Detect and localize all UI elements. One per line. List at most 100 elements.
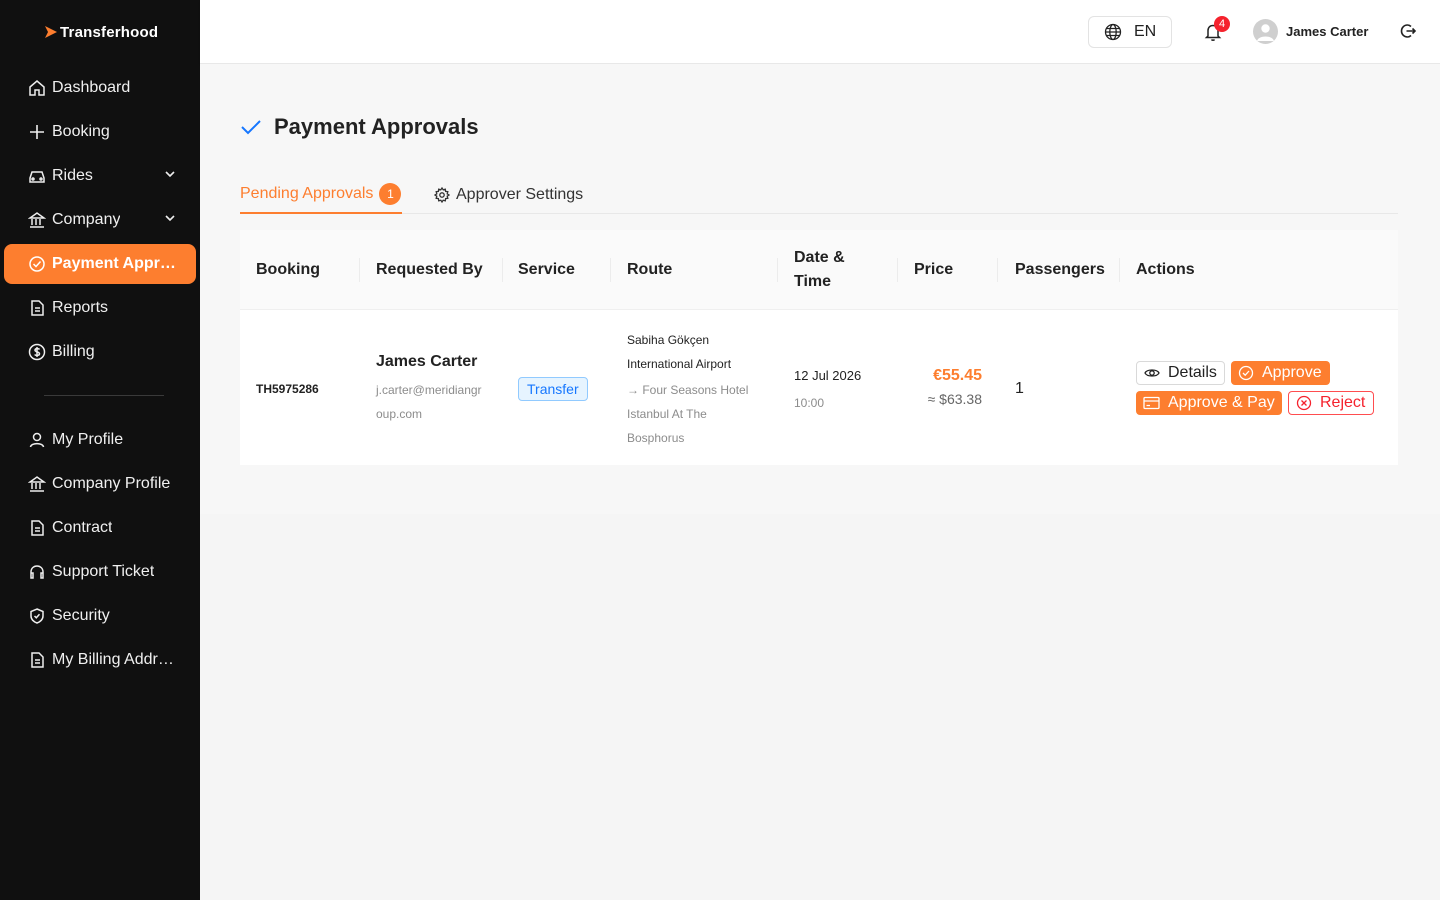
column-separator (1119, 258, 1120, 282)
sidebar-item-label: Billing (52, 343, 95, 360)
sidebar-item-label: My Profile (52, 431, 124, 448)
column-separator (897, 258, 898, 282)
tab-pending-approvals[interactable]: Pending Approvals 1 (240, 176, 402, 214)
chevron-down-icon (165, 215, 175, 222)
service-tag: Transfer (518, 377, 588, 401)
check-icon (241, 120, 261, 135)
sidebar-item-reports[interactable]: Reports (4, 288, 196, 328)
sidebar-item-payment-approvals[interactable]: Payment Approvals (4, 244, 196, 284)
approve-label: Approve (1262, 364, 1322, 381)
file-icon (28, 519, 46, 537)
file-icon (28, 299, 46, 317)
sidebar-item-label: Security (52, 607, 110, 624)
sidebar-item-label: My Billing Address (52, 651, 178, 668)
sidebar-item-company[interactable]: Company (4, 200, 196, 240)
check-circle-icon (1238, 365, 1254, 381)
sidebar-item-label: Payment Approvals (52, 255, 178, 272)
pending-count-badge: 1 (379, 183, 402, 205)
plus-icon (28, 123, 46, 141)
tab-label: Approver Settings (456, 186, 584, 203)
sidebar-item-label: Support Ticket (52, 563, 155, 580)
column-header-date-time: Date & Time (794, 249, 845, 290)
globe-icon (1104, 23, 1122, 41)
column-header-requested-by: Requested By (376, 261, 483, 278)
sidebar-item-my-billing-address[interactable]: My Billing Address (4, 640, 196, 680)
sidebar-item-label: Dashboard (52, 79, 131, 96)
sidebar-item-label: Booking (52, 123, 110, 140)
headset-icon (28, 563, 46, 581)
user-avatar-icon (1257, 24, 1274, 41)
file-icon (28, 651, 46, 669)
car-icon (28, 167, 46, 185)
user-icon (28, 431, 46, 449)
dollar-icon (28, 343, 46, 361)
gear-icon (434, 187, 450, 203)
sidebar-item-label: Company (52, 211, 121, 228)
bank-icon (28, 475, 46, 493)
reject-button[interactable]: Reject (1288, 391, 1374, 415)
reject-label: Reject (1320, 394, 1366, 411)
user-name[interactable]: James Carter (1286, 24, 1368, 39)
tabs-bar: Pending Approvals 1 Approver Settings (240, 176, 1398, 214)
credit-card-icon (1143, 396, 1160, 410)
approve-and-pay-label: Approve & Pay (1168, 394, 1275, 411)
booking-time: 10:00 (794, 396, 825, 410)
logout-icon[interactable] (1399, 22, 1417, 40)
shield-icon (28, 607, 46, 625)
booking-id[interactable]: TH5975286 (256, 382, 319, 396)
column-header-route: Route (627, 261, 673, 278)
table-header: Booking Requested By Service Route Date … (240, 230, 1398, 310)
sidebar-item-support-ticket[interactable]: Support Ticket (4, 552, 196, 592)
sidebar-item-label: Contract (52, 519, 113, 536)
language-code: EN (1134, 23, 1157, 40)
column-header-booking: Booking (256, 261, 320, 278)
approvals-table: Booking Requested By Service Route Date … (240, 230, 1398, 465)
column-header-service: Service (518, 261, 575, 278)
sidebar-item-label: Rides (52, 167, 93, 184)
column-header-actions: Actions (1136, 261, 1195, 278)
check-circle-icon (28, 255, 46, 273)
route-destination: → Four Seasons Hotel Istanbul At The Bos… (627, 383, 749, 445)
logo-arrow-icon (45, 26, 57, 38)
page-title: Payment Approvals (274, 114, 479, 139)
chevron-down-icon (165, 171, 175, 178)
price-eur: €55.45 (933, 367, 982, 384)
route-origin: Sabiha Gökçen International Airport (627, 333, 732, 371)
column-separator (777, 258, 778, 282)
sidebar-item-booking[interactable]: Booking (4, 112, 196, 152)
brand-logo[interactable]: Transferhood (44, 22, 158, 42)
details-label: Details (1168, 364, 1217, 381)
bank-icon (28, 211, 46, 229)
brand-name: Transferhood (60, 23, 159, 41)
column-separator (610, 258, 611, 282)
requester-email: j.carter@meridiangroup.com (376, 383, 482, 421)
sidebar-item-label: Reports (52, 299, 109, 316)
sidebar-item-billing[interactable]: Billing (4, 332, 196, 372)
booking-date: 12 Jul 2026 (794, 368, 862, 383)
notification-badge: 4 (1214, 16, 1230, 32)
page-header: Payment Approvals (240, 114, 479, 140)
approve-button[interactable]: Approve (1231, 361, 1330, 385)
sidebar-item-security[interactable]: Security (4, 596, 196, 636)
sidebar-item-label: Company Profile (52, 475, 171, 492)
column-header-passengers: Passengers (1015, 261, 1105, 278)
sidebar-item-dashboard[interactable]: Dashboard (4, 68, 196, 108)
column-separator (359, 258, 360, 282)
passenger-count: 1 (1015, 380, 1024, 397)
approve-and-pay-button[interactable]: Approve & Pay (1136, 391, 1282, 415)
language-selector[interactable]: EN (1088, 16, 1172, 48)
sidebar-item-rides[interactable]: Rides (4, 156, 196, 196)
top-header: EN 4 James Carter (200, 0, 1440, 64)
eye-icon (1144, 369, 1160, 377)
close-circle-icon (1296, 395, 1312, 411)
details-button[interactable]: Details (1136, 361, 1225, 385)
column-separator (502, 258, 503, 282)
tab-approver-settings[interactable]: Approver Settings (434, 176, 583, 214)
price-usd: ≈ $63.38 (927, 391, 982, 407)
sidebar-item-company-profile[interactable]: Company Profile (4, 464, 196, 504)
sidebar-item-my-profile[interactable]: My Profile (4, 420, 196, 460)
avatar[interactable] (1253, 19, 1278, 44)
requester-name: James Carter (376, 353, 478, 370)
column-separator (997, 258, 998, 282)
sidebar-item-contract[interactable]: Contract (4, 508, 196, 548)
